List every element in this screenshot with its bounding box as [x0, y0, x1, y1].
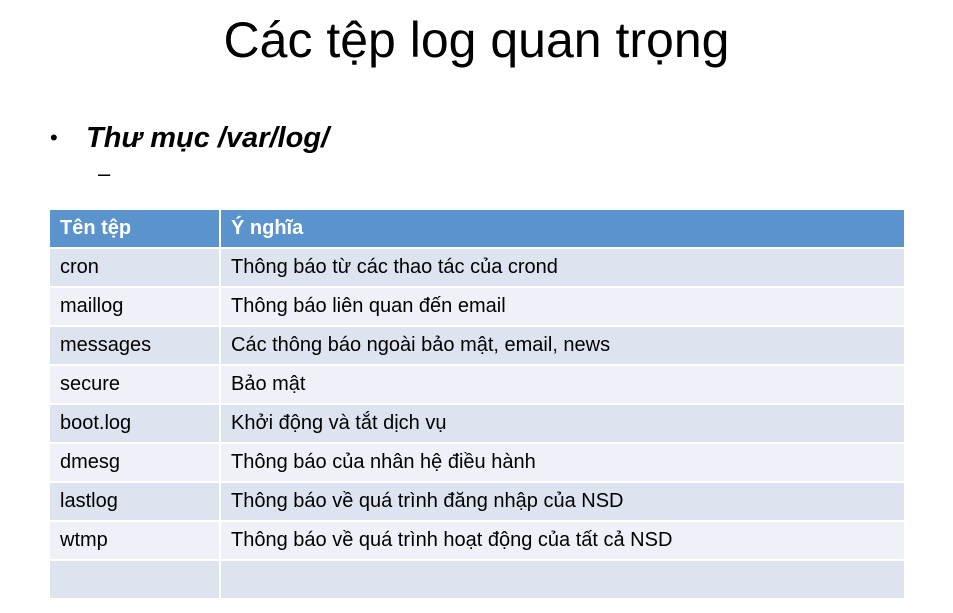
table-row-empty [50, 560, 906, 600]
cell-filename: cron [50, 248, 221, 288]
cell-meaning: Thông báo liên quan đến email [220, 287, 906, 327]
slide: Các tệp log quan trọng • Thư mục /var/lo… [0, 0, 953, 613]
cell-filename: lastlog [50, 482, 221, 522]
header-filename: Tên tệp [50, 210, 221, 249]
sub-bullet-dash: – [98, 161, 111, 186]
header-meaning: Ý nghĩa [220, 210, 906, 249]
cell-filename: maillog [50, 287, 221, 327]
cell-filename: dmesg [50, 443, 221, 483]
cell-meaning: Thông báo của nhân hệ điều hành [220, 443, 906, 483]
cell-meaning: Thông báo về quá trình đăng nhập của NSD [220, 482, 906, 522]
table-row: dmesg Thông báo của nhân hệ điều hành [50, 443, 906, 483]
bullet-text: Thư mục /var/log/ [86, 122, 330, 154]
table-row: lastlog Thông báo về quá trình đăng nhập… [50, 482, 906, 522]
bullet-item: • Thư mục /var/log/ [50, 116, 329, 160]
table-header-row: Tên tệp Ý nghĩa [50, 210, 906, 249]
slide-title: Các tệp log quan trọng [223, 12, 730, 68]
cell-filename: wtmp [50, 521, 221, 561]
cell-meaning: Các thông báo ngoài bảo mật, email, news [220, 326, 906, 366]
table-row: messages Các thông báo ngoài bảo mật, em… [50, 326, 906, 366]
cell-filename: boot.log [50, 404, 221, 444]
cell-meaning [220, 560, 906, 600]
cell-meaning: Khởi động và tắt dịch vụ [220, 404, 906, 444]
cell-filename [50, 560, 221, 600]
table-row: maillog Thông báo liên quan đến email [50, 287, 906, 327]
cell-meaning: Bảo mật [220, 365, 906, 405]
log-files-table: Tên tệp Ý nghĩa cron Thông báo từ các th… [50, 210, 906, 600]
cell-meaning: Thông báo về quá trình hoạt động của tất… [220, 521, 906, 561]
table-row: boot.log Khởi động và tắt dịch vụ [50, 404, 906, 444]
table-row: cron Thông báo từ các thao tác của crond [50, 248, 906, 288]
bullet-dot-icon: • [50, 125, 58, 150]
table-row: secure Bảo mật [50, 365, 906, 405]
cell-meaning: Thông báo từ các thao tác của crond [220, 248, 906, 288]
table-row: wtmp Thông báo về quá trình hoạt động củ… [50, 521, 906, 561]
cell-filename: secure [50, 365, 221, 405]
cell-filename: messages [50, 326, 221, 366]
